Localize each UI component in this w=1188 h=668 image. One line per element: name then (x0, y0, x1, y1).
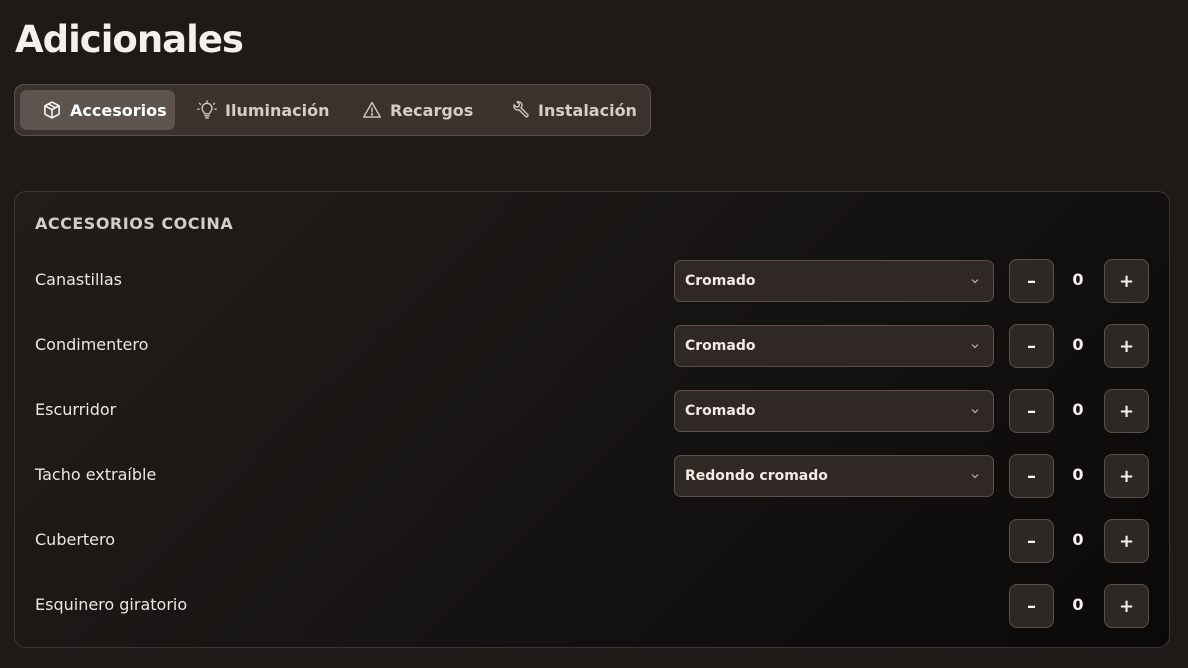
decrement-button[interactable]: – (1009, 259, 1054, 303)
page: Adicionales Accesorios Iluminación Recar… (0, 0, 1188, 668)
chevron-down-icon (971, 474, 979, 479)
item-label: Condimentero (35, 335, 149, 354)
quantity-value: 0 (1072, 335, 1084, 354)
tab-accesorios[interactable]: Accesorios (20, 90, 175, 130)
tab-iluminacion[interactable]: Iluminación (175, 90, 340, 130)
select-value: Cromado (685, 338, 756, 354)
increment-button[interactable]: + (1104, 584, 1149, 628)
lightbulb-icon (197, 100, 217, 120)
select-value: Cromado (685, 403, 756, 419)
tab-instalacion[interactable]: Instalación (488, 90, 643, 130)
quantity-value: 0 (1072, 270, 1084, 289)
list-item: Tacho extraíble Redondo cromado – 0 + (15, 453, 1171, 499)
finish-select[interactable]: Cromado (674, 390, 994, 432)
quantity-value: 0 (1072, 595, 1084, 614)
list-item: Escurridor Cromado – 0 + (15, 388, 1171, 434)
chevron-down-icon (971, 344, 979, 349)
item-label: Esquinero giratorio (35, 595, 188, 614)
item-label: Tacho extraíble (35, 465, 157, 484)
item-label: Cubertero (35, 530, 116, 549)
quantity-value: 0 (1072, 530, 1084, 549)
finish-select[interactable]: Cromado (674, 325, 994, 367)
tab-label: Recargos (390, 100, 474, 120)
warning-icon (362, 100, 382, 120)
decrement-button[interactable]: – (1009, 324, 1054, 368)
increment-button[interactable]: + (1104, 324, 1149, 368)
decrement-button[interactable]: – (1009, 389, 1054, 433)
decrement-button[interactable]: – (1009, 454, 1054, 498)
item-label: Escurridor (35, 400, 117, 419)
select-value: Redondo cromado (685, 468, 828, 484)
list-item: Condimentero Cromado – 0 + (15, 323, 1171, 369)
box-icon (42, 100, 62, 120)
decrement-button[interactable]: – (1009, 519, 1054, 563)
select-value: Cromado (685, 273, 756, 289)
accessories-panel: ACCESORIOS COCINA Canastillas Cromado – … (14, 191, 1170, 648)
tab-label: Iluminación (225, 100, 330, 120)
list-item: Esquinero giratorio – 0 + (15, 583, 1171, 629)
chevron-down-icon (971, 409, 979, 414)
quantity-value: 0 (1072, 465, 1084, 484)
decrement-button[interactable]: – (1009, 584, 1054, 628)
page-title: Adicionales (15, 18, 244, 61)
tab-label: Accesorios (70, 100, 167, 120)
increment-button[interactable]: + (1104, 389, 1149, 433)
tab-recargos[interactable]: Recargos (340, 90, 488, 130)
tab-bar: Accesorios Iluminación Recargos Instalac… (14, 84, 651, 136)
quantity-value: 0 (1072, 400, 1084, 419)
tab-label: Instalación (538, 100, 637, 120)
wrench-icon (510, 100, 530, 120)
finish-select[interactable]: Cromado (674, 260, 994, 302)
chevron-down-icon (971, 279, 979, 284)
item-label: Canastillas (35, 270, 123, 289)
increment-button[interactable]: + (1104, 454, 1149, 498)
list-item: Canastillas Cromado – 0 + (15, 258, 1171, 304)
increment-button[interactable]: + (1104, 259, 1149, 303)
list-item: Cubertero – 0 + (15, 518, 1171, 564)
increment-button[interactable]: + (1104, 519, 1149, 563)
finish-select[interactable]: Redondo cromado (674, 455, 994, 497)
section-title: ACCESORIOS COCINA (35, 214, 234, 233)
